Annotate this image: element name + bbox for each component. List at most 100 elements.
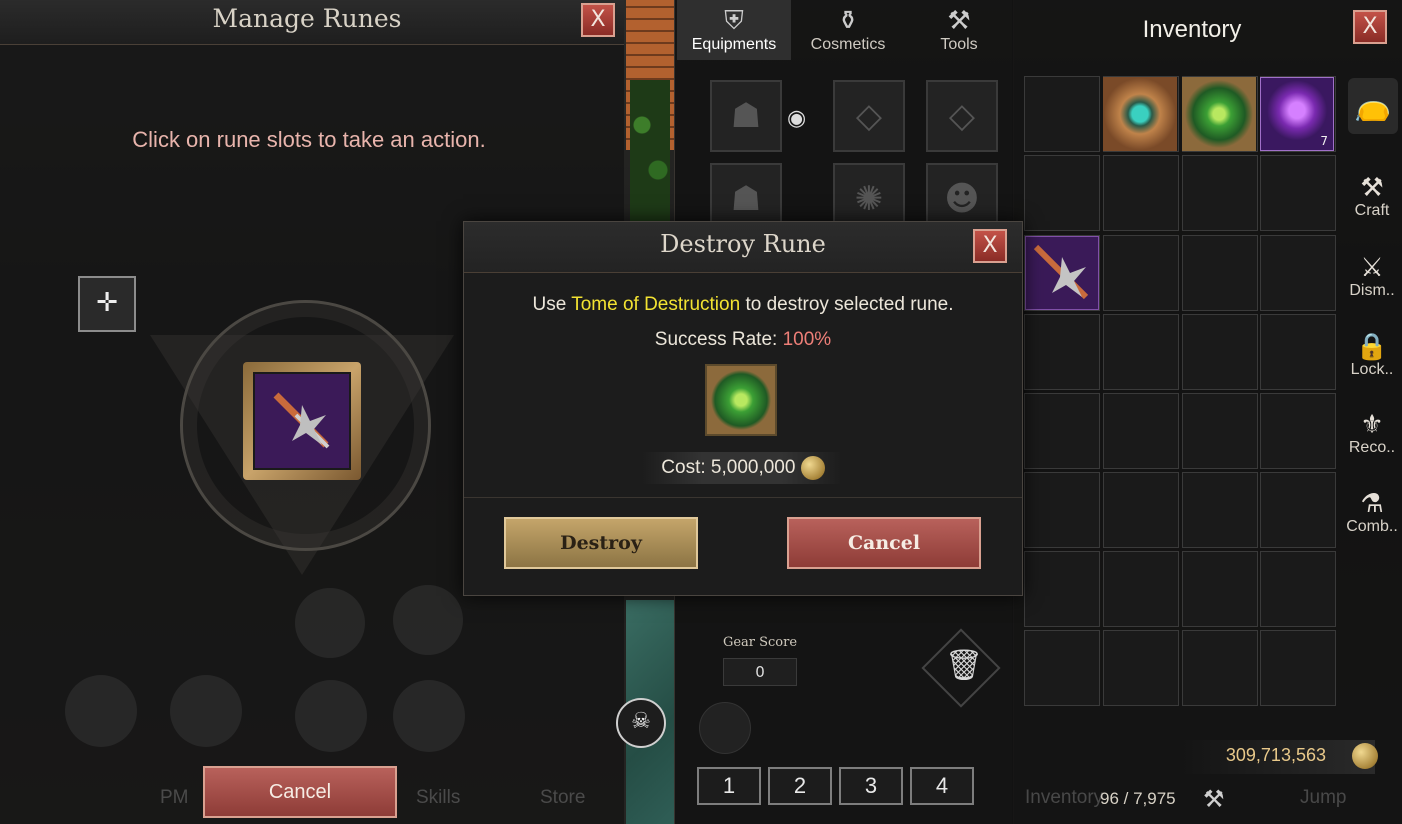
side-action-label: Craft: [1354, 202, 1390, 219]
eye-scroll-icon[interactable]: [1103, 77, 1177, 151]
rune-slot-selected[interactable]: [243, 362, 361, 480]
tab-label: Equipments: [691, 36, 777, 53]
skill-slot: [393, 680, 465, 752]
trash-icon: 🗑: [945, 648, 984, 683]
inventory-slot[interactable]: [1260, 472, 1336, 548]
inventory-slot[interactable]: [1024, 76, 1100, 152]
inventory-slot[interactable]: [1182, 472, 1258, 548]
inventory-capacity: 96 / 7,975: [1100, 789, 1176, 808]
lock-icon: 🔒: [1355, 331, 1389, 361]
message-prefix: Use: [532, 294, 572, 315]
dialog-cancel-button[interactable]: Cancel: [787, 517, 981, 569]
combine-button[interactable]: ⚗ Comb..: [1343, 488, 1401, 536]
inventory-slot[interactable]: [1260, 155, 1336, 231]
preset-button-3[interactable]: 3: [839, 767, 903, 805]
preset-button-4[interactable]: 4: [910, 767, 974, 805]
move-icon[interactable]: ✛: [78, 276, 136, 332]
inventory-slot[interactable]: [1260, 235, 1336, 311]
cost-label: Cost: 5,000,000: [661, 457, 796, 479]
inventory-slot[interactable]: [1182, 235, 1258, 311]
inventory-slot[interactable]: [1024, 472, 1100, 548]
preset-button-2[interactable]: 2: [768, 767, 832, 805]
side-action-label: Comb..: [1346, 518, 1398, 535]
spear-rune-graphic: [1033, 244, 1089, 300]
inventory-slot[interactable]: [1103, 393, 1179, 469]
bag-icon[interactable]: 👝: [1348, 78, 1398, 134]
dismantle-button[interactable]: ⚔ Dism..: [1343, 252, 1401, 300]
anvil-icon: ⚒: [1360, 172, 1384, 202]
bottom-menu-store: Store: [540, 787, 586, 808]
inventory-slot[interactable]: [1103, 472, 1179, 548]
tab-label: Cosmetics: [810, 36, 886, 53]
inventory-slot[interactable]: [1182, 393, 1258, 469]
inventory-slot[interactable]: [1182, 314, 1258, 390]
preset-button-1[interactable]: 1: [697, 767, 761, 805]
inventory-slot[interactable]: [1182, 551, 1258, 627]
manage-runes-close-button[interactable]: X: [581, 3, 615, 37]
inventory-slot[interactable]: [1024, 630, 1100, 706]
inventory-title: Inventory: [1142, 16, 1242, 43]
vines-decoration: [630, 80, 670, 230]
inventory-slot[interactable]: [1182, 155, 1258, 231]
skill-slot: [65, 675, 137, 747]
purple-gem-icon[interactable]: 7: [1260, 77, 1334, 151]
eye-icon[interactable]: ◉: [787, 106, 806, 131]
inventory-slot[interactable]: [1260, 630, 1336, 706]
craft-button[interactable]: ⚒ Craft: [1343, 172, 1401, 220]
dialog-header: Destroy Rune: [464, 222, 1022, 273]
recover-button[interactable]: ⚜ Reco..: [1343, 409, 1401, 457]
success-rate-label: Success Rate:: [654, 329, 783, 350]
skill-slot: [295, 588, 365, 658]
inventory-slot[interactable]: [1103, 235, 1179, 311]
side-action-label: Lock..: [1350, 361, 1394, 378]
inventory-slot[interactable]: [1182, 630, 1258, 706]
success-rate-value: 100%: [782, 329, 832, 350]
dialog-message: Use Tome of Destruction to destroy selec…: [464, 294, 1022, 316]
spear-rune-graphic: [273, 392, 330, 449]
inventory-slot[interactable]: [1103, 551, 1179, 627]
gold-coin-icon: [1352, 743, 1378, 769]
success-rate-line: Success Rate: 100%: [464, 329, 1022, 351]
recover-icon: ⚜: [1360, 409, 1384, 439]
inventory-close-button[interactable]: X: [1353, 10, 1387, 44]
tome-icon[interactable]: [1182, 77, 1256, 151]
manage-runes-header: Manage Runes: [0, 0, 624, 45]
inventory-slot[interactable]: [1103, 314, 1179, 390]
gear-score-value: 0: [723, 658, 797, 686]
inventory-slot[interactable]: [1103, 630, 1179, 706]
skill-slot: [295, 680, 367, 752]
manage-runes-cancel-button[interactable]: Cancel: [203, 766, 397, 818]
tome-name-highlight: Tome of Destruction: [571, 294, 741, 315]
tab-tools[interactable]: ⚒ Tools: [905, 0, 1013, 60]
inventory-slot[interactable]: [1260, 393, 1336, 469]
accessory-slot[interactable]: ◇: [926, 80, 998, 152]
lock-button[interactable]: 🔒 Lock..: [1343, 331, 1401, 379]
skill-slot: [393, 585, 463, 655]
inventory-slot[interactable]: [1260, 551, 1336, 627]
item-count: 7: [1320, 134, 1328, 148]
skull-compass-icon[interactable]: ☠: [616, 698, 666, 748]
spear-rune-icon[interactable]: [1025, 236, 1099, 310]
bottom-menu-pm: PM: [160, 787, 189, 808]
anvil-icon: ⚒: [1203, 785, 1225, 813]
inventory-slot[interactable]: [1024, 155, 1100, 231]
gold-amount: 309,713,563: [1225, 745, 1326, 765]
inventory-slot[interactable]: [1024, 551, 1100, 627]
inventory-slot[interactable]: [1103, 155, 1179, 231]
tab-equipments[interactable]: ⛨ Equipments: [677, 0, 791, 60]
dialog-close-button[interactable]: X: [973, 229, 1007, 263]
helmet-slot[interactable]: ☗: [710, 80, 782, 152]
tab-label: Tools: [940, 36, 978, 53]
tab-cosmetics[interactable]: ⚱ Cosmetics: [791, 0, 905, 60]
manage-runes-title: Manage Runes: [212, 4, 402, 33]
dismantle-icon: ⚔: [1360, 252, 1384, 282]
combine-icon: ⚗: [1360, 488, 1384, 518]
destroy-rune-dialog: Destroy Rune X Use Tome of Destruction t…: [463, 221, 1023, 596]
destroy-button[interactable]: Destroy: [504, 517, 698, 569]
inventory-slot[interactable]: [1024, 314, 1100, 390]
gold-coin-icon: [800, 456, 825, 480]
inventory-slot[interactable]: [1024, 393, 1100, 469]
accessory-slot[interactable]: ◇: [833, 80, 905, 152]
side-action-label: Dism..: [1349, 282, 1395, 299]
inventory-slot[interactable]: [1260, 314, 1336, 390]
